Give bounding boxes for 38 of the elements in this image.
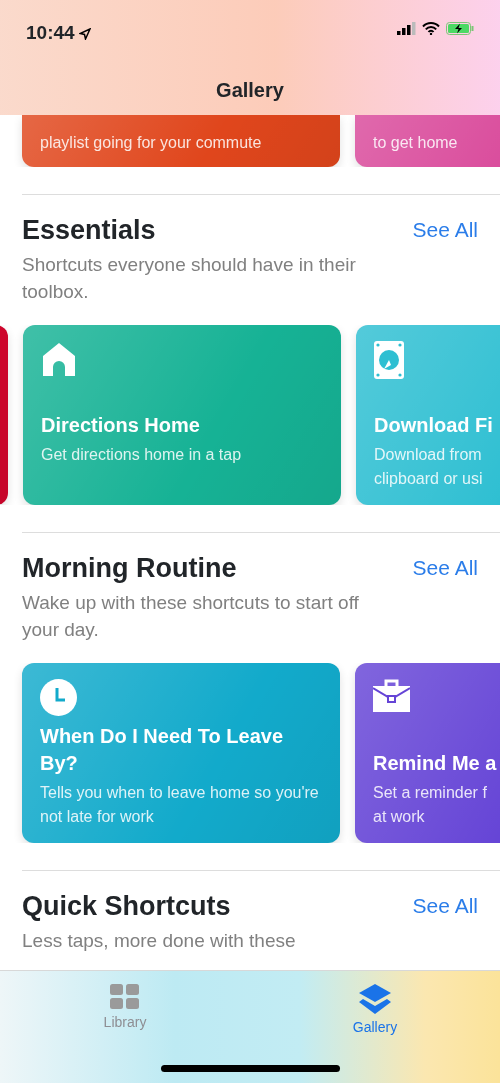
card-description: Get directions home in a tap	[41, 445, 243, 465]
shortcut-card[interactable]: to get home	[355, 115, 500, 167]
tab-item[interactable]: Library	[103, 984, 147, 1033]
section-title: Morning Routine	[22, 552, 237, 585]
card-title: When Do I Need To Leave By?	[40, 724, 284, 776]
status-time: 10:44	[26, 19, 91, 48]
shortcut-card[interactable]: Directions Home Get directions home in a tap	[23, 325, 341, 505]
shortcut-card[interactable]: Remind Me a Set a reminder f at work	[355, 663, 500, 843]
card-title: Directions Home	[41, 413, 201, 438]
signal-icon	[397, 22, 416, 35]
clock-icon	[40, 679, 77, 716]
briefcase-icon	[373, 679, 410, 712]
layers-icon	[359, 984, 391, 1014]
location-arrow-icon	[78, 28, 91, 40]
section-title: Essentials	[22, 214, 156, 247]
section-description: Less taps, more done with these	[21, 929, 297, 953]
section-description: Wake up with these shortcuts to start off your day.	[21, 591, 360, 642]
card-title: Download Fi	[374, 413, 494, 438]
section-description: Shortcuts everyone should have in their toolbox.	[21, 253, 357, 304]
wifi-icon	[422, 22, 440, 35]
shortcut-card[interactable]: playlist going for your commute	[22, 115, 340, 167]
section-title: Quick Shortcuts	[22, 890, 231, 923]
see-all-link[interactable]: See All	[412, 890, 478, 922]
grid-icon	[110, 984, 140, 1009]
shortcut-card[interactable]: When Do I Need To Leave By? Tells you when to leave home so you're not late for work	[22, 663, 340, 843]
card-description: Download from clipboard or usi	[374, 445, 484, 489]
see-all-link[interactable]: See All	[412, 552, 478, 584]
card-description: Tells you when to leave home so you're not late for work	[40, 783, 320, 827]
card-description: playlist going for your commute	[40, 133, 263, 153]
card-title: Remind Me a	[373, 751, 498, 776]
house-icon	[41, 341, 77, 377]
battery-charging-icon	[446, 22, 474, 35]
shortcut-card[interactable]: Download Fi Download from clipboard or usi	[356, 325, 500, 505]
card-description: to get home	[373, 133, 459, 153]
see-all-link[interactable]: See All	[412, 214, 478, 246]
screen-title: Gallery	[216, 78, 284, 103]
card-description: Set a reminder f at work	[373, 783, 488, 827]
tab-item[interactable]: Gallery	[352, 984, 398, 1038]
